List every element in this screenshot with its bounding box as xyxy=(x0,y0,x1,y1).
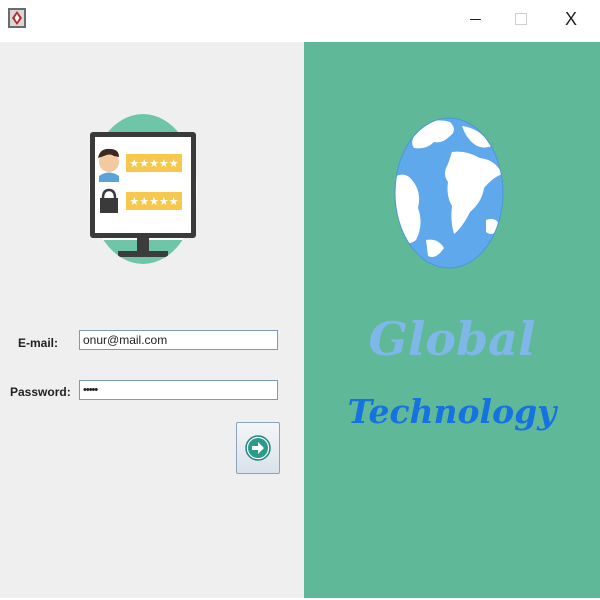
svg-text:★★★★★: ★★★★★ xyxy=(129,157,178,170)
brand-title-line-2: Technology xyxy=(347,392,557,431)
login-screen-illustration: ★★★★★ ★★★★★ xyxy=(89,114,197,264)
login-panel: ★★★★★ ★★★★★ E-mail: Password: xyxy=(0,42,304,598)
brand-panel: Global Technology xyxy=(304,42,600,598)
globe-icon xyxy=(394,117,504,269)
password-field[interactable] xyxy=(79,380,278,400)
password-label: Password: xyxy=(10,385,71,399)
close-button[interactable]: X xyxy=(548,0,594,38)
title-bar: X xyxy=(0,0,600,42)
login-submit-button[interactable] xyxy=(236,422,280,474)
minimize-button[interactable] xyxy=(452,0,498,38)
brand-title-line-1: Global xyxy=(368,312,536,366)
email-label: E-mail: xyxy=(18,336,59,350)
email-field[interactable] xyxy=(79,330,278,350)
svg-text:★★★★★: ★★★★★ xyxy=(129,195,178,208)
arrow-right-circle-icon xyxy=(245,435,271,461)
minimize-icon xyxy=(469,18,481,20)
maximize-icon xyxy=(515,13,527,25)
java-app-icon xyxy=(8,8,26,28)
maximize-button[interactable] xyxy=(498,0,544,38)
close-icon: X xyxy=(564,8,577,29)
